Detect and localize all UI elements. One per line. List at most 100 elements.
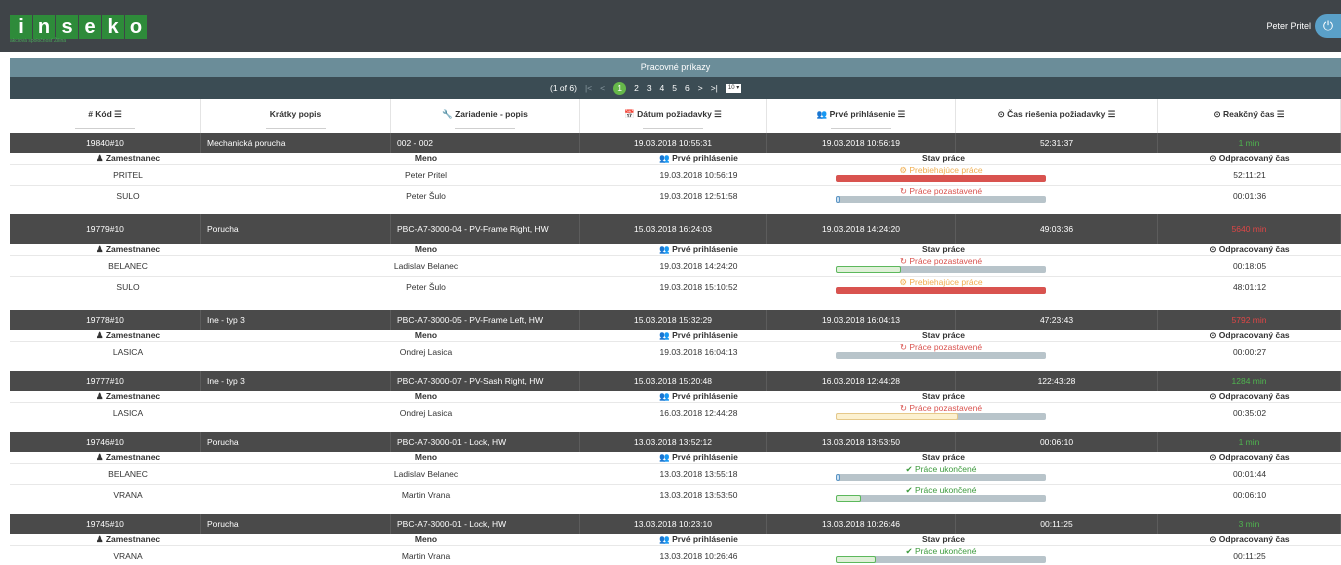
order-date: 13.03.2018 10:23:10 bbox=[580, 514, 767, 534]
subheader-worked: ⊙ Odpracovaný čas bbox=[1209, 330, 1290, 340]
worker-row[interactable]: VRANA Martin Vrana 13.03.2018 10:26:46 ✔ Pr… bbox=[10, 545, 1341, 565]
column-filter-line[interactable] bbox=[643, 128, 703, 129]
subheader-first_login: 👥 Prvé prihlásenie bbox=[659, 244, 738, 254]
order-short: Porucha bbox=[201, 432, 391, 452]
column-header-request-date[interactable]: 📅 Dátum požiadavky ☰ bbox=[580, 99, 767, 133]
subheader-status: Stav práce bbox=[922, 452, 965, 462]
subheader-name: Meno bbox=[414, 244, 438, 254]
order-first: 19.03.2018 10:56:19 bbox=[767, 133, 956, 153]
order-row[interactable]: 19746#10 Porucha PBC-A7-3000-01 - Lock, HW… bbox=[10, 432, 1341, 452]
order-row[interactable]: 19840#10 Mechanická porucha 002 - 002 19.03… bbox=[10, 133, 1341, 153]
page-button-3[interactable]: 3 bbox=[647, 83, 652, 93]
page-button-2[interactable]: 2 bbox=[634, 83, 639, 93]
order-date: 13.03.2018 13:52:12 bbox=[580, 432, 767, 452]
order-date: 15.03.2018 16:24:03 bbox=[580, 214, 767, 244]
order-row[interactable]: 19745#10 Porucha PBC-A7-3000-01 - Lock, HW… bbox=[10, 514, 1341, 534]
page-button-6[interactable]: 6 bbox=[685, 83, 690, 93]
subheader-status: Stav práce bbox=[922, 244, 965, 254]
worker-employee: SULO bbox=[116, 282, 140, 292]
order-device: PBC-A7-3000-01 - Lock, HW bbox=[391, 432, 580, 452]
worker-employee: VRANA bbox=[113, 551, 143, 561]
worker-employee: BELANEC bbox=[108, 469, 148, 479]
order-short: Porucha bbox=[201, 514, 391, 534]
subheader-status: Stav práce bbox=[922, 330, 965, 340]
user-name[interactable]: Peter Pritel bbox=[1266, 21, 1311, 31]
work-progress-bar bbox=[836, 266, 1046, 273]
worker-first-login: 13.03.2018 13:53:50 bbox=[659, 490, 738, 500]
subheader-first_login: 👥 Prvé prihlásenie bbox=[659, 153, 738, 163]
column-header-device[interactable]: 🔧 Zariadenie - popis bbox=[391, 99, 580, 133]
logout-power-icon[interactable]: ⏻ bbox=[1315, 14, 1341, 38]
logo-letter: e bbox=[79, 15, 101, 39]
last-page-button[interactable]: >| bbox=[711, 83, 718, 93]
subheader-first_login: 👥 Prvé prihlásenie bbox=[659, 452, 738, 462]
page-size-select[interactable]: 10 ▾ bbox=[725, 83, 742, 93]
column-filter-line[interactable] bbox=[75, 128, 135, 129]
order-first: 19.03.2018 16:04:13 bbox=[767, 310, 956, 330]
work-progress-bar bbox=[836, 175, 1046, 182]
order-row[interactable]: 19778#10 Ine - typ 3 PBC-A7-3000-05 - PV-F… bbox=[10, 310, 1341, 330]
work-progress-fill bbox=[836, 495, 862, 502]
worker-employee: BELANEC bbox=[108, 261, 148, 271]
worker-row[interactable]: LASICA Ondrej Lasica 19.03.2018 16:04:13 ↻ … bbox=[10, 341, 1341, 362]
logo-letter: n bbox=[33, 15, 55, 39]
page-button-5[interactable]: 5 bbox=[672, 83, 677, 93]
worker-status: ↻ Práce pozastavené bbox=[836, 342, 1046, 362]
order-date: 19.03.2018 10:55:31 bbox=[580, 133, 767, 153]
worker-name: Peter Šulo bbox=[406, 282, 446, 292]
subheader-status: Stav práce bbox=[922, 153, 965, 163]
worker-subheader: ♟ Zamestnanec Meno 👥 Prvé prihlásenie Stav … bbox=[10, 391, 1341, 402]
subheader-name: Meno bbox=[414, 534, 438, 544]
column-filter-line[interactable] bbox=[455, 128, 515, 129]
first-page-button[interactable]: |< bbox=[585, 83, 592, 93]
work-progress-fill bbox=[836, 474, 841, 481]
worker-name: Ladislav Belanec bbox=[393, 469, 459, 479]
prev-page-button[interactable]: < bbox=[600, 83, 605, 93]
order-first: 19.03.2018 14:24:20 bbox=[767, 214, 956, 244]
column-header-first-login[interactable]: 👥 Prvé prihlásenie ☰ bbox=[767, 99, 956, 133]
subheader-worked: ⊙ Odpracovaný čas bbox=[1209, 244, 1290, 254]
worker-first-login: 19.03.2018 15:10:52 bbox=[659, 282, 738, 292]
worker-worked-time: 00:18:05 bbox=[1232, 261, 1267, 271]
worker-row[interactable]: VRANA Martin Vrana 13.03.2018 13:53:50 ✔ Pr… bbox=[10, 484, 1341, 505]
subheader-employee: ♟ Zamestnanec bbox=[95, 330, 161, 340]
worker-row[interactable]: BELANEC Ladislav Belanec 19.03.2018 14:24:… bbox=[10, 255, 1341, 276]
paginator: (1 of 6) |< < 1 2 3 4 5 6 > >| 10 ▾ bbox=[10, 77, 1341, 99]
inseko-logo[interactable]: inseko akciová spoločnosť Žilina bbox=[10, 15, 147, 44]
order-react: 1 min bbox=[1158, 133, 1341, 153]
order-react: 1284 min bbox=[1158, 371, 1341, 391]
worker-row[interactable]: LASICA Ondrej Lasica 16.03.2018 12:44:28 ↻ … bbox=[10, 402, 1341, 423]
column-filter-line[interactable] bbox=[831, 128, 891, 129]
column-header-reaction-time[interactable]: ⊙ Reakčný čas ☰ bbox=[1158, 99, 1341, 133]
page-button-4[interactable]: 4 bbox=[660, 83, 665, 93]
column-header-short-desc[interactable]: Krátky popis bbox=[201, 99, 391, 133]
logo-letter: s bbox=[56, 15, 78, 39]
page-info: (1 of 6) bbox=[550, 83, 577, 93]
worker-worked-time: 00:35:02 bbox=[1232, 408, 1267, 418]
work-progress-bar bbox=[836, 474, 1046, 481]
work-progress-fill bbox=[836, 287, 1046, 294]
worker-row[interactable]: BELANEC Ladislav Belanec 13.03.2018 13:55:… bbox=[10, 463, 1341, 484]
order-short: Ine - typ 3 bbox=[201, 371, 391, 391]
order-react: 1 min bbox=[1158, 432, 1341, 452]
worker-name: Peter Pritel bbox=[404, 170, 448, 180]
worker-row[interactable]: SULO Peter Šulo 19.03.2018 15:10:52 ⚙ Prebi… bbox=[10, 276, 1341, 297]
subheader-worked: ⊙ Odpracovaný čas bbox=[1209, 391, 1290, 401]
column-header-code[interactable]: # Kód ☰ bbox=[10, 99, 201, 133]
worker-row[interactable]: PRITEL Peter Pritel 19.03.2018 10:56:19 ⚙ P… bbox=[10, 164, 1341, 185]
order-solve: 122:43:28 bbox=[956, 371, 1158, 391]
column-header-solve-time[interactable]: ⊙ Čas riešenia požiadavky ☰ bbox=[956, 99, 1158, 133]
work-progress-fill bbox=[836, 175, 1046, 182]
order-row[interactable]: 19777#10 Ine - typ 3 PBC-A7-3000-07 - PV-S… bbox=[10, 371, 1341, 391]
order-code: 19779#10 bbox=[10, 214, 201, 244]
page-button-1[interactable]: 1 bbox=[613, 81, 627, 95]
subheader-first_login: 👥 Prvé prihlásenie bbox=[659, 534, 738, 544]
column-header-label: Krátky popis bbox=[269, 109, 322, 119]
worker-name: Martin Vrana bbox=[401, 490, 451, 500]
worker-row[interactable]: SULO Peter Šulo 19.03.2018 12:51:58 ↻ Práce… bbox=[10, 185, 1341, 206]
subheader-worked: ⊙ Odpracovaný čas bbox=[1209, 534, 1290, 544]
top-bar: inseko akciová spoločnosť Žilina Peter P… bbox=[0, 0, 1341, 52]
column-filter-line[interactable] bbox=[265, 128, 326, 129]
next-page-button[interactable]: > bbox=[698, 83, 703, 93]
order-row[interactable]: 19779#10 Porucha PBC-A7-3000-04 - PV-Frame… bbox=[10, 214, 1341, 244]
